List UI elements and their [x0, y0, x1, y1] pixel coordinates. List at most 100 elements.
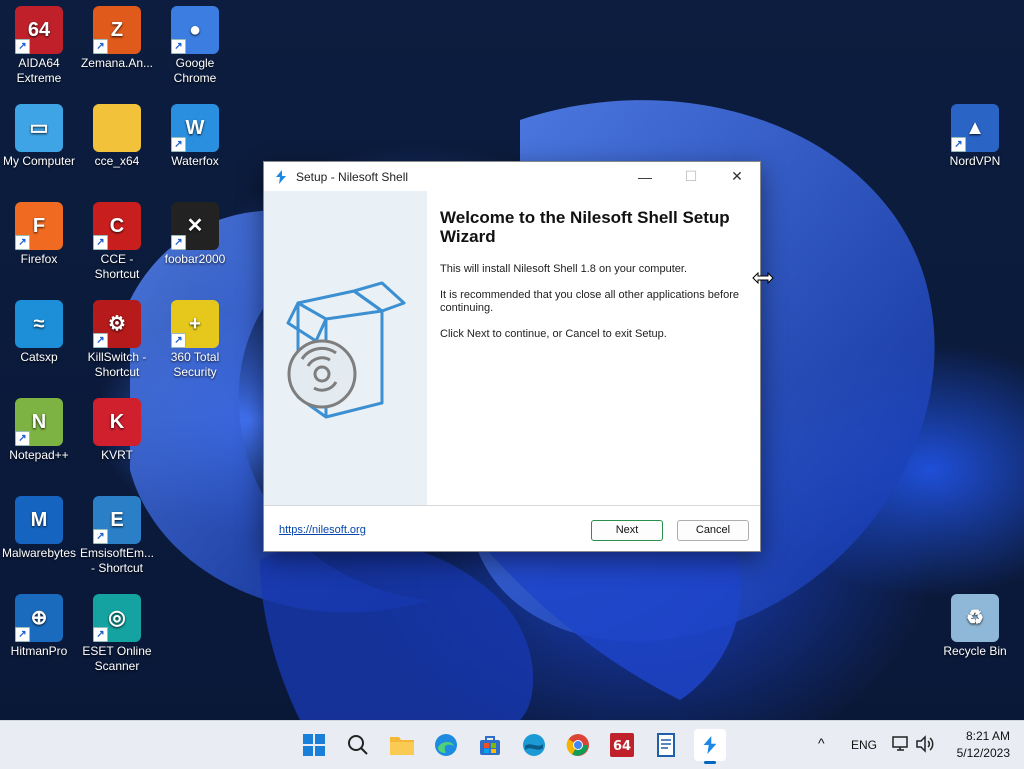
desktop-icon-label: - Shortcut — [90, 561, 144, 575]
desktop-icon-label: Scanner — [94, 659, 140, 673]
desktop-icon[interactable]: ▭ My Computer — [0, 104, 78, 169]
desktop-icon-label: ESET Online — [82, 644, 152, 658]
footer-divider — [264, 505, 760, 506]
shortcut-arrow-icon: ↗ — [171, 333, 186, 348]
taskbar: 64 ^ ENG 8:21 AM 5/12/2023 — [0, 720, 1024, 769]
desktop-icon-label: Google — [175, 56, 215, 70]
app-icon: M — [15, 496, 63, 544]
desktop-icon[interactable]: E ↗ EmsisoftEm... - Shortcut — [78, 496, 156, 576]
desktop-icon-label: NordVPN — [949, 154, 1001, 168]
desktop-icon[interactable]: Z ↗ Zemana.An... — [78, 6, 156, 71]
taskbar-catsxp[interactable] — [518, 729, 550, 761]
edge-icon — [435, 734, 457, 756]
desktop-icon[interactable]: ◎ ↗ ESET Online Scanner — [78, 594, 156, 674]
taskbar-chrome[interactable] — [562, 729, 594, 761]
taskbar-store[interactable] — [474, 729, 506, 761]
desktop-icon[interactable]: K KVRT — [78, 398, 156, 463]
app-icon: Z ↗ — [93, 6, 141, 54]
app-icon: ▭ — [15, 104, 63, 152]
start-button[interactable] — [298, 729, 330, 761]
desktop-icon[interactable]: C ↗ CCE - Shortcut — [78, 202, 156, 282]
shortcut-arrow-icon: ↗ — [93, 529, 108, 544]
cancel-button[interactable]: Cancel — [677, 520, 749, 541]
close-button[interactable]: ✕ — [714, 162, 760, 191]
minimize-button[interactable]: — — [622, 162, 668, 191]
network-icon[interactable] — [892, 735, 910, 753]
desktop-icon-label: Extreme — [16, 71, 62, 85]
desktop-icon[interactable]: W ↗ Waterfox — [156, 104, 234, 169]
app-icon: ≈ — [15, 300, 63, 348]
desktop-icon-label: Notepad++ — [9, 448, 69, 462]
desktop-icon[interactable]: 64 ↗ AIDA64 Extreme — [0, 6, 78, 86]
desktop-icon-label: Zemana.An... — [80, 56, 154, 70]
wizard-recommend-text: It is recommended that you close all oth… — [440, 289, 739, 314]
shortcut-arrow-icon: ↗ — [93, 39, 108, 54]
app-icon: ⚙ ↗ — [93, 300, 141, 348]
app-icon: ✕ ↗ — [171, 202, 219, 250]
wizard-content: Welcome to the Nilesoft Shell Setup Wiza… — [440, 191, 750, 505]
desktop-icon-label: cce_x64 — [94, 154, 140, 168]
desktop-icon[interactable]: ● ↗ Google Chrome — [156, 6, 234, 86]
maximize-button[interactable]: ☐ — [668, 162, 714, 191]
desktop-icon-label: Firefox — [20, 252, 58, 266]
svg-text:64: 64 — [613, 739, 631, 754]
desktop-icon-label: KillSwitch - — [87, 350, 147, 364]
app-icon: ▲ ↗ — [951, 104, 999, 152]
folder-icon — [390, 737, 414, 755]
shortcut-arrow-icon: ↗ — [15, 431, 30, 446]
app-icon: E ↗ — [93, 496, 141, 544]
desktop-icon-label: Shortcut — [94, 365, 140, 379]
desktop-icon[interactable]: ✕ ↗ foobar2000 — [156, 202, 234, 267]
taskbar-edge[interactable] — [430, 729, 462, 761]
desktop-icon-label: My Computer — [2, 154, 76, 168]
wizard-intro-text: This will install Nilesoft Shell 1.8 on … — [440, 263, 687, 275]
clock-date[interactable]: 5/12/2023 — [944, 746, 1010, 760]
document-icon — [657, 733, 675, 757]
desktop-icon[interactable]: M Malwarebytes — [0, 496, 78, 561]
desktop-icon[interactable]: ⚙ ↗ KillSwitch - Shortcut — [78, 300, 156, 380]
desktop-icon-label: Malwarebytes — [1, 546, 77, 560]
desktop-icon-label: KVRT — [101, 448, 133, 462]
desktop-icon-label: Chrome — [173, 71, 217, 85]
installer-box-icon — [286, 281, 406, 419]
taskbar-notepad[interactable] — [650, 729, 682, 761]
taskbar-nilesoft-setup[interactable] — [694, 729, 726, 764]
clock-time[interactable]: 8:21 AM — [954, 729, 1010, 743]
language-indicator[interactable]: ENG — [851, 738, 877, 752]
taskbar-file-explorer[interactable] — [386, 729, 418, 761]
desktop-icon[interactable]: + ↗ 360 Total Security — [156, 300, 234, 380]
app-icon: 64 ↗ — [15, 6, 63, 54]
volume-icon[interactable] — [915, 735, 935, 753]
nilesoft-icon — [276, 169, 286, 184]
desktop-icon[interactable]: ▲ ↗ NordVPN — [936, 104, 1014, 169]
shortcut-arrow-icon: ↗ — [171, 39, 186, 54]
aida64-icon: 64 — [610, 733, 634, 757]
search-icon — [348, 735, 368, 755]
wizard-instruction-text: Click Next to continue, or Cancel to exi… — [440, 328, 667, 340]
desktop-icon-label: Waterfox — [171, 154, 219, 168]
chrome-icon — [566, 734, 589, 756]
desktop-icon[interactable]: ≈ Catsxp — [0, 300, 78, 365]
shortcut-arrow-icon: ↗ — [15, 235, 30, 250]
desktop-icon[interactable]: N ↗ Notepad++ — [0, 398, 78, 463]
desktop-icon[interactable]: ⊕ ↗ HitmanPro — [0, 594, 78, 659]
desktop-icon-label: Security — [173, 365, 217, 379]
tray-overflow-chevron[interactable]: ^ — [818, 735, 825, 751]
wizard-image-panel — [264, 191, 427, 505]
desktop-icon-label: Catsxp — [20, 350, 58, 364]
dialog-titlebar[interactable]: Setup - Nilesoft Shell — ☐ ✕ — [264, 162, 760, 191]
desktop-icon-label: 360 Total — [170, 350, 220, 364]
taskbar-aida64[interactable]: 64 — [606, 729, 638, 761]
search-button[interactable] — [342, 729, 374, 761]
desktop-icon[interactable]: F ↗ Firefox — [0, 202, 78, 267]
website-link[interactable]: https://nilesoft.org — [279, 524, 366, 536]
shortcut-arrow-icon: ↗ — [93, 235, 108, 250]
app-icon: ◎ ↗ — [93, 594, 141, 642]
desktop-icon[interactable]: ♻ Recycle Bin — [936, 594, 1014, 659]
desktop-icon[interactable]: cce_x64 — [78, 104, 156, 169]
desktop-icon-label: Shortcut — [94, 267, 140, 281]
app-icon: F ↗ — [15, 202, 63, 250]
next-button[interactable]: Next — [591, 520, 663, 541]
catsxp-icon — [523, 734, 545, 756]
desktop-icon-label: foobar2000 — [164, 252, 226, 266]
